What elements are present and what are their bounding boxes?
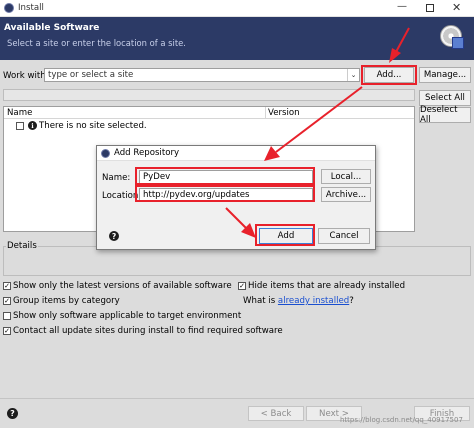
arrow-to-name-field <box>264 86 363 161</box>
arrow-to-add-site <box>389 27 410 63</box>
arrow-to-add-button <box>225 207 256 238</box>
annotation-arrows <box>225 27 410 238</box>
